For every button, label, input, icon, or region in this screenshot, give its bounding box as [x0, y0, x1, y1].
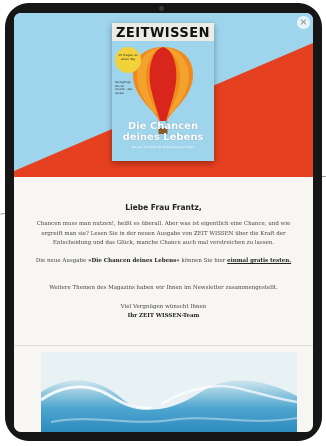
- masthead-wissen: WISSEN: [149, 26, 211, 41]
- closing-line: Viel Vergnügen wünscht Ihnen: [120, 304, 207, 310]
- offer-paragraph: Die neue Ausgabe »Die Chancen deines Leb…: [32, 257, 295, 267]
- cover-title: Die Chancen deines Lebens: [122, 121, 204, 143]
- greeting: Liebe Frau Frantz,: [125, 203, 202, 212]
- offer-text-middle: können Sie hier: [179, 258, 228, 264]
- section-divider: [14, 345, 313, 346]
- tablet-screen: × ZEITWISSEN 15 Fragen an einen Tag Nach…: [14, 13, 313, 432]
- topics-paragraph: Weitere Themen des Magazins haben wir Ih…: [49, 285, 278, 291]
- hero-banner: × ZEITWISSEN 15 Fragen an einen Tag Nach…: [14, 13, 313, 177]
- front-camera: [159, 6, 164, 11]
- magazine-cover[interactable]: ZEITWISSEN 15 Fragen an einen Tag Nachge…: [112, 23, 214, 161]
- cover-subtitle: Wie wir die Kraft der Entscheidung nutze…: [131, 145, 195, 149]
- intro-paragraph: Chancen muss man nutzen!, heißt es übera…: [36, 221, 291, 246]
- cover-badge: 15 Fragen an einen Tag: [115, 47, 141, 73]
- signature: Ihr ZEIT WISSEN-Team: [127, 313, 200, 319]
- ocean-wave-image[interactable]: [41, 352, 297, 432]
- cover-side-teaser: Nachgefragt: Wie wir handeln - Neu denke…: [115, 81, 133, 95]
- wave-illustration: [41, 352, 297, 432]
- issue-title: »Die Chancen deines Lebens«: [88, 258, 180, 264]
- cover-masthead: ZEITWISSEN: [112, 26, 214, 41]
- masthead-zeit: ZEIT: [115, 26, 150, 41]
- tablet-device-frame: × ZEITWISSEN 15 Fragen an einen Tag Nach…: [5, 3, 322, 441]
- free-trial-link[interactable]: einmal gratis testen.: [227, 258, 291, 264]
- close-button[interactable]: ×: [297, 16, 310, 29]
- offer-text-before: Die neue Ausgabe: [35, 258, 89, 264]
